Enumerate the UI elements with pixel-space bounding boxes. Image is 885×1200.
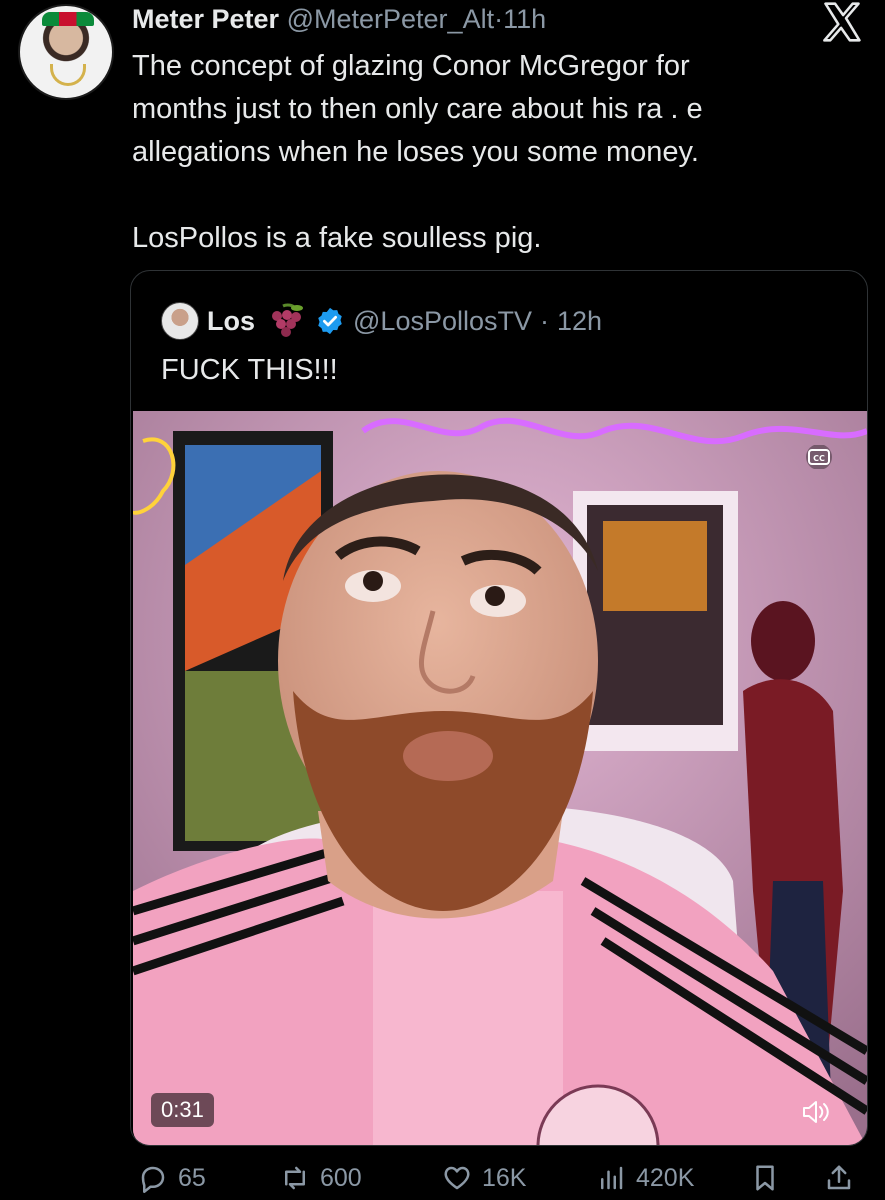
share-button[interactable] — [824, 1158, 854, 1198]
video-player[interactable]: CC 0:31 — [133, 411, 867, 1145]
avatar-chain — [50, 64, 86, 86]
quoted-tweet-card[interactable]: Los @LosPollosTV · 12h FUCK THIS!!! CC 0… — [130, 270, 868, 1146]
share-icon — [827, 1165, 851, 1190]
avatar-hat — [42, 12, 94, 26]
volume-icon[interactable] — [801, 1099, 831, 1125]
quote-author-avatar[interactable] — [161, 302, 199, 340]
like-button[interactable]: 16K — [442, 1158, 526, 1198]
repost-button[interactable]: 600 — [280, 1158, 362, 1198]
bookmark-icon — [756, 1165, 774, 1191]
tweet-text-line: months just to then only care about his … — [132, 93, 703, 125]
video-duration: 0:31 — [151, 1093, 214, 1127]
svg-text:CC: CC — [813, 454, 825, 463]
repost-icon — [285, 1166, 305, 1190]
views-button[interactable]: 420K — [596, 1158, 694, 1198]
reply-icon — [141, 1166, 165, 1193]
repost-count: 600 — [320, 1163, 362, 1192]
tweet-text: The concept of glazing Conor McGregor fo… — [132, 45, 812, 260]
tweet-time[interactable]: 11h — [503, 4, 546, 34]
quote-author-name[interactable]: Los — [207, 306, 255, 337]
tweet-text-line: The concept of glazing Conor McGregor fo… — [132, 50, 690, 82]
reply-count: 65 — [178, 1163, 206, 1192]
bookmark-button[interactable] — [750, 1158, 780, 1198]
tweet-action-bar: 65 600 16K 420K — [130, 1158, 870, 1198]
video-frame — [133, 411, 867, 1145]
heart-icon — [444, 1166, 470, 1190]
verified-badge-icon — [318, 307, 342, 335]
grapes-emoji-icon — [272, 303, 304, 337]
reply-button[interactable]: 65 — [138, 1158, 206, 1198]
tweet-text-line: allegations when he loses you some money… — [132, 136, 699, 168]
tweet-header: Meter Peter @MeterPeter_Alt·11h — [132, 2, 546, 36]
author-handle[interactable]: @MeterPeter_Alt — [287, 4, 494, 34]
author-name[interactable]: Meter Peter — [132, 4, 279, 34]
closed-captions-icon[interactable]: CC — [805, 445, 833, 469]
like-count: 16K — [482, 1163, 527, 1192]
x-logo-icon — [823, 2, 861, 42]
views-icon — [601, 1166, 623, 1190]
quote-text: FUCK THIS!!! — [161, 354, 338, 386]
author-avatar[interactable] — [18, 4, 114, 100]
quote-separator: · — [540, 305, 549, 336]
quote-time[interactable]: 12h — [557, 306, 602, 337]
quote-header: Los @LosPollosTV · 12h — [161, 301, 602, 341]
quote-author-handle[interactable]: @LosPollosTV — [353, 306, 532, 337]
header-separator: · — [494, 4, 504, 34]
views-count: 420K — [636, 1163, 695, 1192]
tweet-text-line: LosPollos is a fake soulless pig. — [132, 222, 542, 254]
